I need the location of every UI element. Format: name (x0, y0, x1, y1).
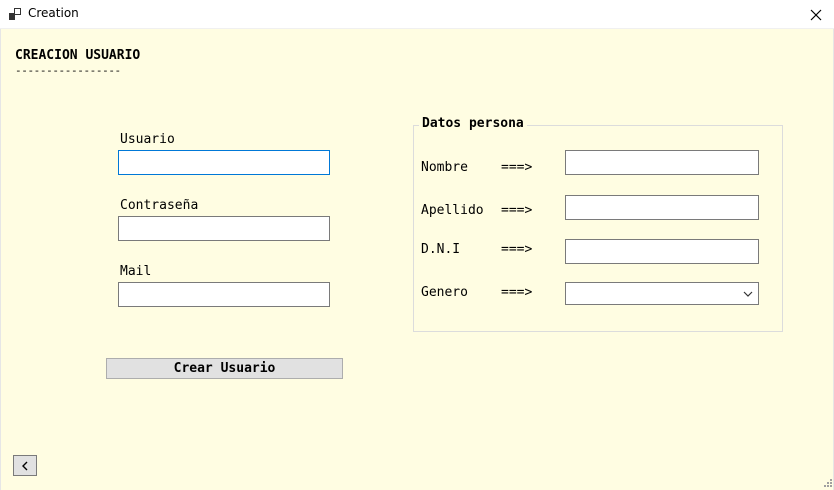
apellido-arrow: ===> (501, 203, 533, 218)
crear-usuario-button[interactable]: Crear Usuario (106, 358, 343, 379)
contrasena-label: Contraseña (120, 198, 199, 213)
window-title: Creation (28, 6, 79, 20)
apellido-input[interactable] (565, 195, 759, 220)
dni-label: D.N.I (421, 242, 461, 257)
usuario-input[interactable] (118, 150, 330, 175)
page-title: CREACION USUARIO (15, 48, 141, 63)
genero-select[interactable] (565, 282, 759, 305)
form-client-area: CREACION USUARIO ----------------- Usuar… (0, 29, 834, 490)
genero-arrow: ===> (501, 285, 533, 300)
title-bar: Creation (0, 0, 834, 29)
resize-grip-icon[interactable] (821, 476, 833, 488)
chevron-left-icon (22, 461, 28, 470)
mail-label: Mail (120, 264, 152, 279)
nombre-label: Nombre (421, 160, 468, 175)
apellido-label: Apellido (421, 203, 484, 218)
close-icon (810, 9, 822, 20)
dni-input[interactable] (565, 239, 759, 264)
usuario-label: Usuario (120, 132, 175, 147)
nombre-input[interactable] (565, 150, 759, 175)
mail-input[interactable] (118, 282, 330, 307)
datos-persona-title: Datos persona (419, 116, 527, 131)
app-window-icon (9, 8, 21, 20)
dni-arrow: ===> (501, 242, 533, 257)
genero-label: Genero (421, 285, 468, 300)
nombre-arrow: ===> (501, 160, 533, 175)
chevron-down-icon (743, 291, 753, 297)
back-button[interactable] (13, 455, 37, 476)
close-button[interactable] (798, 0, 834, 29)
page-title-underline: ----------------- (15, 64, 121, 77)
contrasena-input[interactable] (118, 216, 330, 241)
